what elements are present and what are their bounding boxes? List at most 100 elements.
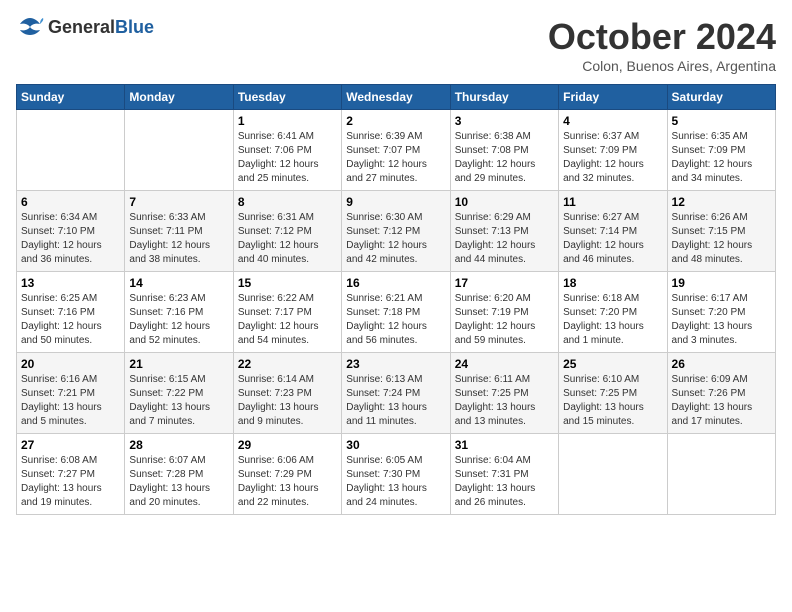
header-monday: Monday — [125, 85, 233, 110]
day-info: Sunrise: 6:16 AM Sunset: 7:21 PM Dayligh… — [21, 373, 120, 429]
month-title: October 2024 — [548, 16, 776, 58]
calendar-week-row: 27 Sunrise: 6:08 AM Sunset: 7:27 PM Dayli… — [17, 434, 776, 515]
header: GeneralBlue October 2024 Colon, Buenos A… — [16, 16, 776, 74]
day-number: 31 — [455, 438, 554, 452]
day-number: 9 — [346, 195, 445, 209]
logo-bird-icon — [16, 16, 44, 38]
calendar-cell: 4Sunrise: 6:37 AM Sunset: 7:09 PM Daylig… — [559, 110, 667, 191]
calendar-week-row: 6Sunrise: 6:34 AM Sunset: 7:10 PM Daylig… — [17, 191, 776, 272]
day-info: Sunrise: 6:37 AM Sunset: 7:09 PM Dayligh… — [563, 130, 662, 186]
day-number: 18 — [563, 276, 662, 290]
day-info: Sunrise: 6:27 AM Sunset: 7:14 PM Dayligh… — [563, 211, 662, 267]
calendar-cell: 12Sunrise: 6:26 AM Sunset: 7:15 PM Dayli… — [667, 191, 775, 272]
day-number: 3 — [455, 114, 554, 128]
day-info: Sunrise: 6:30 AM Sunset: 7:12 PM Dayligh… — [346, 211, 445, 267]
calendar-cell: 29 Sunrise: 6:06 AM Sunset: 7:29 PM Dayli… — [233, 434, 341, 515]
calendar-cell: 23 Sunrise: 6:13 AM Sunset: 7:24 PM Dayli… — [342, 353, 450, 434]
calendar-cell: 20 Sunrise: 6:16 AM Sunset: 7:21 PM Dayli… — [17, 353, 125, 434]
day-number: 14 — [129, 276, 228, 290]
day-number: 1 — [238, 114, 337, 128]
logo: GeneralBlue — [16, 16, 154, 38]
calendar-header-row: SundayMondayTuesdayWednesdayThursdayFrid… — [17, 85, 776, 110]
day-number: 12 — [672, 195, 771, 209]
day-number: 10 — [455, 195, 554, 209]
header-saturday: Saturday — [667, 85, 775, 110]
day-info: Sunrise: 6:10 AM Sunset: 7:25 PM Dayligh… — [563, 373, 662, 429]
day-number: 16 — [346, 276, 445, 290]
calendar-cell — [559, 434, 667, 515]
day-info: Sunrise: 6:06 AM Sunset: 7:29 PM Dayligh… — [238, 454, 337, 510]
day-info: Sunrise: 6:11 AM Sunset: 7:25 PM Dayligh… — [455, 373, 554, 429]
day-info: Sunrise: 6:41 AM Sunset: 7:06 PM Dayligh… — [238, 130, 337, 186]
day-info: Sunrise: 6:17 AM Sunset: 7:20 PM Dayligh… — [672, 292, 771, 348]
day-number: 5 — [672, 114, 771, 128]
calendar-cell: 8 Sunrise: 6:31 AM Sunset: 7:12 PM Daylig… — [233, 191, 341, 272]
calendar-cell — [125, 110, 233, 191]
day-info: Sunrise: 6:13 AM Sunset: 7:24 PM Dayligh… — [346, 373, 445, 429]
calendar-cell: 28 Sunrise: 6:07 AM Sunset: 7:28 PM Dayli… — [125, 434, 233, 515]
title-area: October 2024 Colon, Buenos Aires, Argent… — [548, 16, 776, 74]
day-info: Sunrise: 6:07 AM Sunset: 7:28 PM Dayligh… — [129, 454, 228, 510]
day-number: 13 — [21, 276, 120, 290]
day-info: Sunrise: 6:33 AM Sunset: 7:11 PM Dayligh… — [129, 211, 228, 267]
calendar-table: SundayMondayTuesdayWednesdayThursdayFrid… — [16, 84, 776, 515]
calendar-cell — [17, 110, 125, 191]
day-info: Sunrise: 6:14 AM Sunset: 7:23 PM Dayligh… — [238, 373, 337, 429]
day-info: Sunrise: 6:08 AM Sunset: 7:27 PM Dayligh… — [21, 454, 120, 510]
calendar-week-row: 20 Sunrise: 6:16 AM Sunset: 7:21 PM Dayli… — [17, 353, 776, 434]
day-number: 8 — [238, 195, 337, 209]
calendar-cell: 10Sunrise: 6:29 AM Sunset: 7:13 PM Dayli… — [450, 191, 558, 272]
calendar-cell: 3 Sunrise: 6:38 AM Sunset: 7:08 PM Daylig… — [450, 110, 558, 191]
header-friday: Friday — [559, 85, 667, 110]
header-thursday: Thursday — [450, 85, 558, 110]
day-number: 20 — [21, 357, 120, 371]
day-number: 6 — [21, 195, 120, 209]
calendar-cell: 21 Sunrise: 6:15 AM Sunset: 7:22 PM Dayli… — [125, 353, 233, 434]
day-number: 23 — [346, 357, 445, 371]
day-info: Sunrise: 6:15 AM Sunset: 7:22 PM Dayligh… — [129, 373, 228, 429]
calendar-cell: 25 Sunrise: 6:10 AM Sunset: 7:25 PM Dayli… — [559, 353, 667, 434]
calendar-cell: 11 Sunrise: 6:27 AM Sunset: 7:14 PM Dayli… — [559, 191, 667, 272]
day-number: 28 — [129, 438, 228, 452]
calendar-cell: 31 Sunrise: 6:04 AM Sunset: 7:31 PM Dayli… — [450, 434, 558, 515]
calendar-cell: 17Sunrise: 6:20 AM Sunset: 7:19 PM Dayli… — [450, 272, 558, 353]
calendar-cell — [667, 434, 775, 515]
calendar-cell: 7 Sunrise: 6:33 AM Sunset: 7:11 PM Daylig… — [125, 191, 233, 272]
day-number: 29 — [238, 438, 337, 452]
calendar-cell: 13Sunrise: 6:25 AM Sunset: 7:16 PM Dayli… — [17, 272, 125, 353]
calendar-cell: 27 Sunrise: 6:08 AM Sunset: 7:27 PM Dayli… — [17, 434, 125, 515]
day-number: 30 — [346, 438, 445, 452]
day-info: Sunrise: 6:04 AM Sunset: 7:31 PM Dayligh… — [455, 454, 554, 510]
day-info: Sunrise: 6:22 AM Sunset: 7:17 PM Dayligh… — [238, 292, 337, 348]
day-number: 22 — [238, 357, 337, 371]
day-info: Sunrise: 6:09 AM Sunset: 7:26 PM Dayligh… — [672, 373, 771, 429]
day-info: Sunrise: 6:05 AM Sunset: 7:30 PM Dayligh… — [346, 454, 445, 510]
calendar-cell: 30 Sunrise: 6:05 AM Sunset: 7:30 PM Dayli… — [342, 434, 450, 515]
day-number: 26 — [672, 357, 771, 371]
day-info: Sunrise: 6:23 AM Sunset: 7:16 PM Dayligh… — [129, 292, 228, 348]
day-number: 24 — [455, 357, 554, 371]
header-wednesday: Wednesday — [342, 85, 450, 110]
logo-general: General — [48, 17, 115, 37]
day-info: Sunrise: 6:38 AM Sunset: 7:08 PM Dayligh… — [455, 130, 554, 186]
header-sunday: Sunday — [17, 85, 125, 110]
subtitle: Colon, Buenos Aires, Argentina — [548, 58, 776, 74]
day-number: 21 — [129, 357, 228, 371]
day-info: Sunrise: 6:18 AM Sunset: 7:20 PM Dayligh… — [563, 292, 662, 348]
day-info: Sunrise: 6:35 AM Sunset: 7:09 PM Dayligh… — [672, 130, 771, 186]
calendar-cell: 26 Sunrise: 6:09 AM Sunset: 7:26 PM Dayli… — [667, 353, 775, 434]
calendar-cell: 19Sunrise: 6:17 AM Sunset: 7:20 PM Dayli… — [667, 272, 775, 353]
day-info: Sunrise: 6:31 AM Sunset: 7:12 PM Dayligh… — [238, 211, 337, 267]
logo-blue: Blue — [115, 17, 154, 37]
day-number: 27 — [21, 438, 120, 452]
day-number: 2 — [346, 114, 445, 128]
day-number: 11 — [563, 195, 662, 209]
calendar-cell: 5 Sunrise: 6:35 AM Sunset: 7:09 PM Daylig… — [667, 110, 775, 191]
calendar-week-row: 13Sunrise: 6:25 AM Sunset: 7:16 PM Dayli… — [17, 272, 776, 353]
day-number: 7 — [129, 195, 228, 209]
day-number: 25 — [563, 357, 662, 371]
calendar-week-row: 1 Sunrise: 6:41 AM Sunset: 7:06 PM Daylig… — [17, 110, 776, 191]
header-tuesday: Tuesday — [233, 85, 341, 110]
calendar-cell: 22 Sunrise: 6:14 AM Sunset: 7:23 PM Dayli… — [233, 353, 341, 434]
calendar-cell: 14 Sunrise: 6:23 AM Sunset: 7:16 PM Dayli… — [125, 272, 233, 353]
